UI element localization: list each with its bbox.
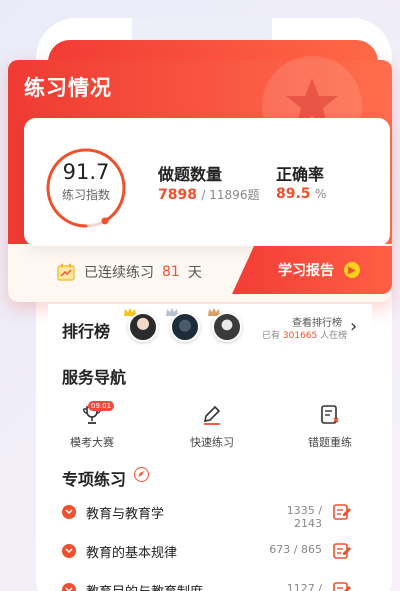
streak-days: 81 [162,264,180,280]
compass-icon[interactable] [134,467,149,482]
service-item-quick-practice[interactable]: 快速练习 [182,404,242,450]
question-count-title: 做题数量 [158,165,223,184]
list-item-count: 673 / 865 [269,543,322,556]
edit-icon[interactable] [332,502,352,522]
avatar[interactable] [128,312,158,342]
service-title: 服务导航 [62,368,127,387]
wrong-question-icon [321,405,339,424]
pencil-icon [203,405,221,425]
calendar-icon [57,263,75,281]
edit-icon[interactable] [332,580,352,591]
study-report-button[interactable]: 学习报告 ▶ [232,246,392,294]
study-report-label: 学习报告 [278,263,334,279]
score-label: 练习指数 [61,188,110,202]
list-item-label: 教育目的与教育制度 [86,581,203,591]
expand-icon [62,583,76,591]
accuracy: 89.5 % [276,186,326,202]
ranking-count: 已有 301665 人在榜 [262,328,347,341]
avatar[interactable] [212,312,242,342]
accuracy-value: 89.5 [276,186,311,202]
list-item-label: 教育与教育学 [86,507,165,522]
expand-icon [62,544,76,558]
list-item-count: 1127 / 1225 [286,582,322,591]
streak-prefix: 已连续练习 [84,265,154,281]
list-item[interactable]: 教育的基本规律 673 / 865 [62,541,354,561]
practice-title: 练习情况 [24,76,112,100]
date-badge: 09.01 [88,401,115,411]
question-count: 7898 / 11896题 [158,186,259,203]
list-item[interactable]: 教育与教育学 1335 / 2143 [62,502,354,530]
streak-info: 已连续练习 81 天 [56,262,202,282]
chevron-right-icon[interactable]: › [350,316,357,337]
service-item-label: 错题重练 [308,436,352,449]
list-item-count: 1335 / 2143 [286,504,322,530]
ranking-count-suffix: 人在榜 [320,331,348,341]
ranking-count-prefix: 已有 [262,331,281,341]
done-count: 7898 [158,187,197,203]
total-count: / 11896题 [201,188,260,202]
special-practice-title: 专项练习 [62,470,127,489]
arrow-right-icon: ▶ [344,262,360,278]
list-item[interactable]: 教育目的与教育制度 1127 / 1225 [62,580,354,591]
service-item-wrong-review[interactable]: 错题重练 [300,404,360,450]
expand-icon [62,505,76,519]
ranking-count-number: 301665 [282,331,318,341]
edit-icon[interactable] [332,541,352,561]
streak-suffix: 天 [187,265,202,281]
avatar[interactable] [170,312,200,342]
service-item-label: 模考大赛 [70,436,114,449]
view-ranking-link[interactable]: 查看排行榜 [292,314,342,329]
practice-score: 91.7 [62,160,110,184]
list-item-label: 教育的基本规律 [86,546,178,561]
accuracy-unit: % [315,187,327,201]
accuracy-title: 正确率 [276,165,325,184]
ranking-title[interactable]: 排行榜 [62,318,110,342]
service-item-label: 快速练习 [190,436,234,449]
